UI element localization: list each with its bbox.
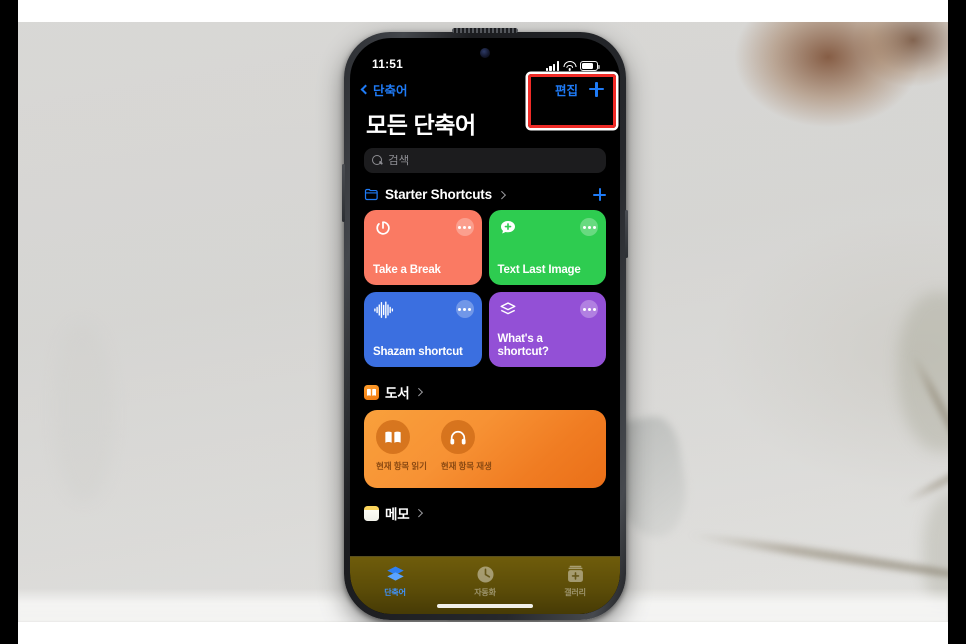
shortcuts-list[interactable]: Starter Shortcuts Take a Break Text Last…: [350, 185, 620, 577]
section-header-starter-shortcuts[interactable]: Starter Shortcuts: [364, 187, 606, 202]
books-action-play[interactable]: 현재 항목 재생: [440, 420, 492, 472]
cellular-signal-icon: [545, 61, 559, 71]
section-title: 도서: [385, 386, 410, 401]
wifi-icon: [563, 61, 576, 71]
tab-shortcuts[interactable]: 단축어: [350, 563, 440, 598]
books-app-icon: [364, 384, 379, 400]
shortcut-card-label-line1: What's a: [497, 332, 543, 345]
folder-icon: [364, 187, 379, 202]
chevron-right-icon: [415, 509, 424, 517]
left-black-bar: [0, 0, 18, 644]
more-options-icon[interactable]: [455, 218, 474, 236]
edit-button[interactable]: 편집: [555, 80, 578, 99]
top-white-strip: [0, 0, 966, 22]
tab-gallery[interactable]: 갤러리: [530, 563, 620, 598]
home-indicator[interactable]: [437, 604, 533, 608]
books-action-label: 현재 항목 읽기: [376, 461, 427, 471]
timer-icon: [373, 218, 393, 238]
more-options-icon[interactable]: [580, 300, 598, 318]
chevron-left-icon: [360, 84, 371, 94]
search-input[interactable]: [388, 154, 598, 167]
shortcut-card-text-last-image[interactable]: Text Last Image: [488, 210, 606, 285]
shortcut-card-label: What's a shortcut?: [498, 333, 598, 359]
more-options-icon[interactable]: [580, 218, 598, 236]
more-options-icon[interactable]: [455, 300, 474, 318]
books-action-read[interactable]: 현재 항목 읽기: [376, 420, 427, 472]
shortcut-card-shazam[interactable]: Shazam shortcut: [364, 292, 482, 367]
battery-icon: [580, 61, 600, 71]
section-title: Starter Shortcuts: [385, 187, 492, 202]
shortcuts-layers-icon: [384, 563, 406, 585]
tab-label: 자동화: [474, 588, 496, 597]
back-button-label: 단축어: [373, 83, 408, 98]
add-to-folder-button[interactable]: [593, 188, 606, 201]
front-camera-icon: [480, 48, 490, 58]
tab-label: 단축어: [384, 588, 406, 597]
search-container: [350, 148, 620, 185]
tab-automation[interactable]: 자동화: [440, 563, 530, 598]
add-shortcut-button[interactable]: [589, 81, 604, 97]
background-blur-blob-left: [54, 322, 114, 502]
section-header-notes[interactable]: 메모: [364, 503, 606, 523]
shortcut-card-label: Take a Break: [373, 263, 441, 276]
bottom-white-strip: [0, 622, 966, 644]
navigation-bar: 단축어 편집: [350, 74, 620, 102]
message-plus-icon: [498, 218, 518, 238]
section-header-books[interactable]: 도서: [364, 382, 606, 402]
books-actions-card[interactable]: 현재 항목 읽기 현재 항목 재생: [364, 410, 606, 488]
section-title: 메모: [385, 507, 410, 522]
right-black-bar: [948, 0, 966, 644]
automation-clock-icon: [474, 563, 496, 585]
status-bar-time: 11:51: [372, 57, 404, 71]
earpiece-grille-icon: [452, 28, 518, 33]
headphones-icon: [440, 420, 475, 454]
search-icon: [372, 155, 383, 166]
layers-icon: [498, 300, 518, 320]
chevron-right-icon: [497, 190, 506, 199]
shortcut-grid: Take a Break Text Last Image Shazam shor…: [364, 210, 606, 367]
phone-device: 11:51 단축어 편집 모든 단축어 검색 Starter Shortcuts…: [342, 28, 628, 620]
status-bar-indicators: [545, 61, 600, 71]
screenshot-root: 11:51 단축어 편집 모든 단축어 검색 Starter Shortcuts…: [0, 0, 966, 644]
open-book-icon: [376, 420, 410, 454]
shortcut-card-label-line2: shortcut?: [497, 345, 549, 358]
shortcut-card-whats-a-shortcut[interactable]: What's a shortcut?: [488, 292, 606, 367]
notes-app-icon: [364, 505, 379, 521]
gallery-icon: [564, 563, 586, 585]
shortcut-card-take-a-break[interactable]: Take a Break: [364, 210, 482, 285]
tab-label: 갤러리: [564, 588, 586, 597]
waveform-icon: [373, 300, 394, 320]
shortcut-card-label: Text Last Image: [497, 263, 581, 276]
page-title: 모든 단축어: [366, 112, 476, 138]
shortcut-card-label: Shazam shortcut: [373, 345, 463, 358]
back-button[interactable]: 단축어: [360, 80, 408, 99]
search-bar[interactable]: [364, 148, 606, 173]
books-action-label: 현재 항목 재생: [440, 461, 492, 471]
phone-screen: 11:51 단축어 편집 모든 단축어 검색 Starter Shortcuts…: [350, 38, 620, 614]
navigation-bar-actions: 편집: [555, 80, 604, 99]
chevron-right-icon: [415, 388, 424, 396]
